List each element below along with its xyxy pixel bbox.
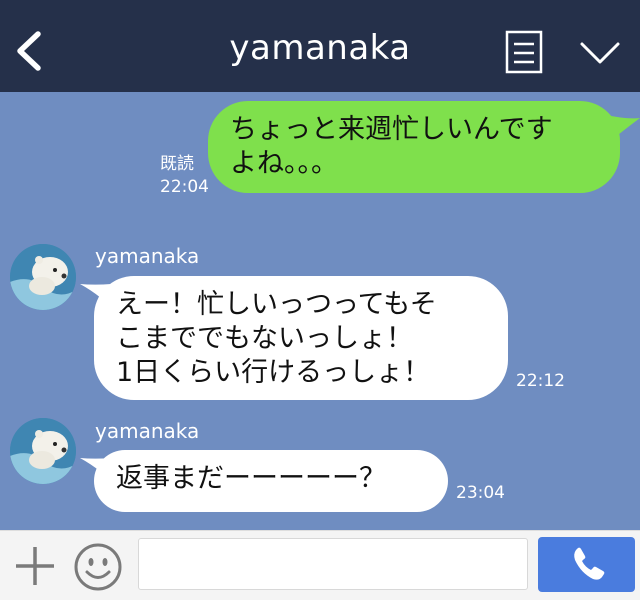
polar-bear-avatar-icon: [10, 244, 76, 310]
smiley-icon: [74, 543, 122, 591]
message-time: 23:04: [456, 483, 505, 503]
avatar[interactable]: [10, 418, 76, 484]
chat-title: yamanaka: [229, 28, 411, 68]
message-input[interactable]: [138, 538, 528, 590]
message-line: えー！忙しいっつってもそ: [116, 289, 437, 320]
input-bar: [0, 530, 640, 600]
message-line: よね。。。: [230, 148, 338, 179]
avatar[interactable]: [10, 244, 76, 310]
message-time: 22:04: [160, 177, 209, 197]
message-bubble-theirs[interactable]: 返事まだーーーーー？: [94, 450, 448, 512]
call-button[interactable]: [538, 537, 635, 592]
chevron-down-icon: [580, 42, 620, 64]
phone-icon: [574, 547, 605, 580]
chat-area[interactable]: 既読 22:04 ちょっと来週忙しいんです よね。。。 yamanaka えー！…: [0, 92, 640, 530]
message-meta: 既読 22:04: [160, 153, 209, 199]
polar-bear-avatar-icon: [10, 418, 76, 484]
message-line: 返事まだーーーーー？: [116, 463, 386, 494]
note-icon: [505, 30, 543, 74]
menu-button[interactable]: [576, 36, 624, 70]
note-button[interactable]: [504, 30, 544, 74]
sender-name: yamanaka: [95, 419, 200, 443]
message-time: 22:12: [516, 371, 565, 391]
sender-name: yamanaka: [95, 244, 200, 268]
emoji-button[interactable]: [72, 541, 124, 593]
add-button[interactable]: [12, 543, 58, 589]
message-bubble-theirs[interactable]: えー！忙しいっつってもそ こまででもないっしょ！ 1日くらい行けるっしょ！: [94, 276, 508, 400]
plus-icon: [16, 547, 54, 585]
chat-header: yamanaka: [0, 0, 640, 92]
message-line: こまででもないっしょ！: [116, 323, 413, 354]
message-line: 1日くらい行けるっしょ！: [116, 357, 431, 388]
message-line: ちょっと来週忙しいんです: [230, 114, 553, 145]
message-bubble-mine[interactable]: ちょっと来週忙しいんです よね。。。: [208, 101, 620, 193]
read-label: 既読: [160, 154, 194, 174]
